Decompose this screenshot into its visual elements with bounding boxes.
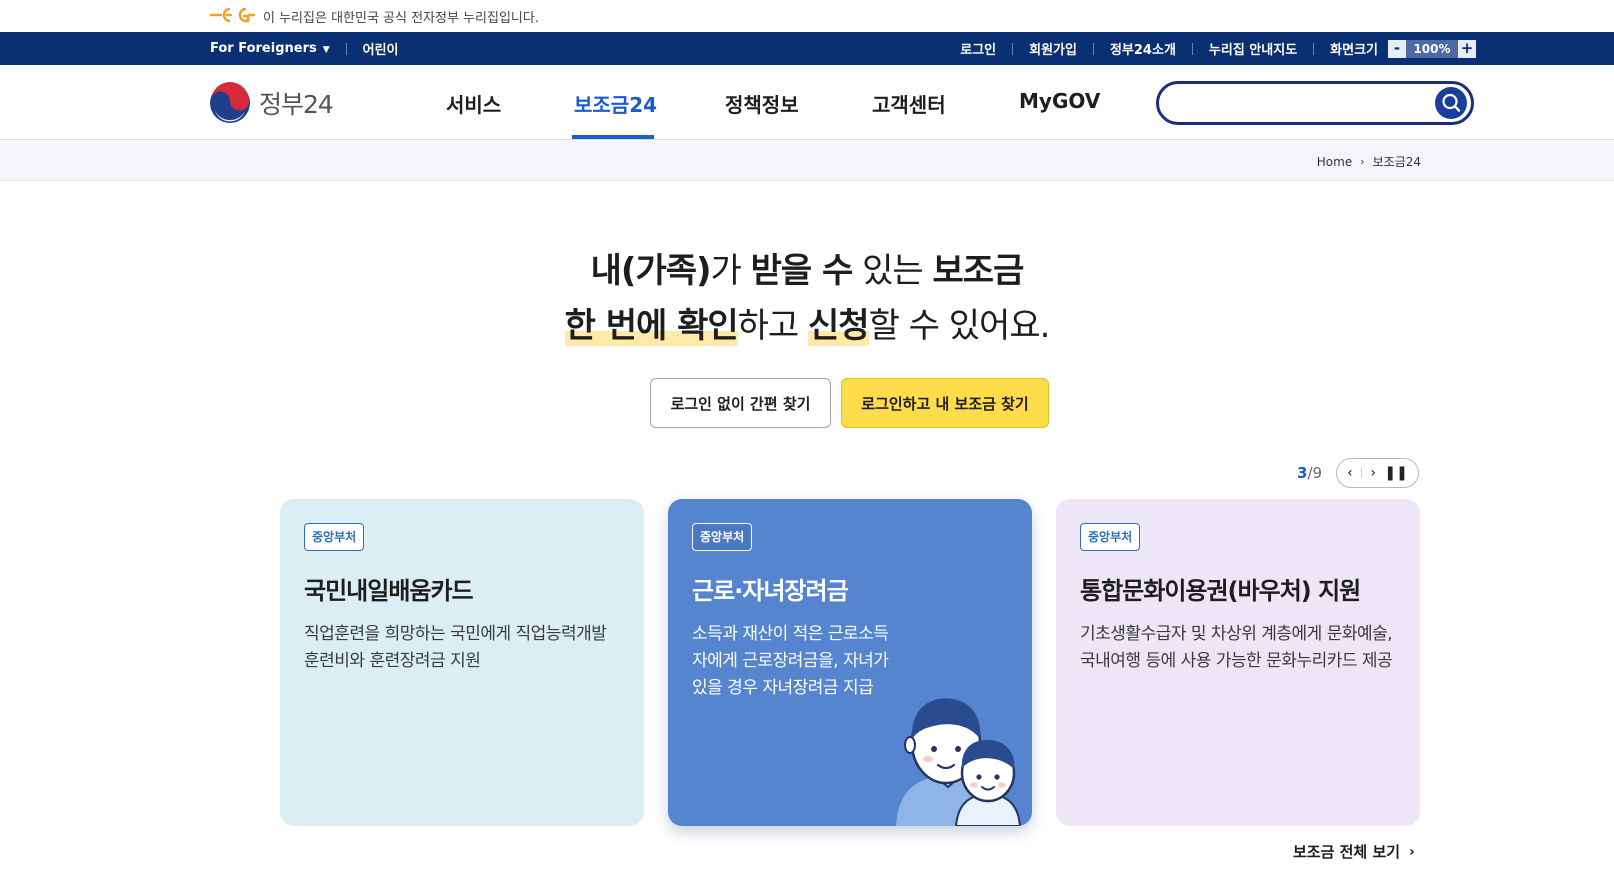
chevron-right-icon: ›: [1360, 155, 1365, 168]
breadcrumb-home[interactable]: Home: [1317, 155, 1352, 169]
hero-text: 있는: [852, 251, 933, 291]
active-nav-indicator: [572, 135, 654, 139]
zoom-out-button[interactable]: -: [1388, 39, 1406, 58]
divider: [345, 42, 347, 55]
card-description: 기초생활수급자 및 차상위 계층에게 문화예술, 국내여행 등에 사용 가능한 …: [1080, 624, 1393, 671]
guest-search-button[interactable]: 로그인 없이 간편 찾기: [650, 378, 831, 428]
pause-button[interactable]: ❚❚: [1384, 465, 1407, 481]
main-header: 정부24 서비스 보조금24 정책정보 고객센터 MyGOV: [0, 65, 1614, 140]
search-icon: [1442, 93, 1461, 112]
next-slide-button[interactable]: ›: [1370, 465, 1376, 481]
chevron-right-icon: ›: [1409, 843, 1415, 860]
subsidy-card[interactable]: 중앙부처 통합문화이용권(바우처) 지원 기초생활수급자 및 차상위 계층에게 …: [1056, 499, 1420, 826]
zoom-value: 100%: [1406, 39, 1458, 58]
card-badge: 중앙부처: [692, 523, 753, 551]
hero-highlight: 한 번에 확인: [564, 306, 739, 346]
divider: [1092, 42, 1094, 55]
divider: [1191, 42, 1193, 55]
card-badge: 중앙부처: [304, 523, 365, 551]
caret-down-icon: ▼: [322, 45, 330, 55]
chevron-left-icon: ‹: [1347, 465, 1353, 481]
carousel-controls: ‹ › ❚❚: [1336, 458, 1419, 488]
nav-subsidy24[interactable]: 보조금24: [574, 89, 657, 118]
breadcrumb: Home › 보조금24: [1317, 153, 1421, 170]
zoom-label: 화면크기: [1330, 43, 1378, 58]
official-banner-text[interactable]: 이 누리집은 대한민국 공식 전자정부 누리집입니다.: [263, 7, 539, 26]
hero-text: 하고: [737, 306, 809, 346]
hero-text-strong: 내(가족): [590, 251, 712, 291]
login-link[interactable]: 로그인: [960, 39, 996, 58]
view-all-subsidies-link[interactable]: 보조금 전체 보기 ›: [1293, 841, 1415, 862]
card-description: 직업훈련을 희망하는 국민에게 직업능력개발훈련비와 훈련장려금 지원: [304, 624, 607, 671]
card-description: 소득과 재산이 적은 근로소득자에게 근로장려금을, 자녀가 있을 경우 자녀장…: [692, 624, 889, 698]
card-title: 국민내일배움카드: [304, 577, 474, 605]
login-search-button[interactable]: 로그인하고 내 보조금 찾기: [841, 378, 1049, 428]
hero-text: 할 수 있어요.: [868, 306, 1051, 346]
taegeuk-logo-icon: [210, 82, 250, 123]
view-all-label: 보조금 전체 보기: [1293, 843, 1401, 861]
chevron-right-icon: ›: [1370, 465, 1377, 481]
search-box: [1156, 81, 1474, 125]
parent-child-illustration-icon: [896, 698, 1022, 826]
card-title: 근로·자녀장려금: [692, 577, 849, 605]
prev-slide-button[interactable]: ‹: [1347, 465, 1353, 481]
logo-text: 정부24: [259, 90, 334, 119]
carousel-total: 9: [1312, 464, 1323, 482]
official-banner: 이 누리집은 대한민국 공식 전자정부 누리집입니다.: [0, 0, 1614, 32]
divider: [1012, 42, 1014, 55]
breadcrumb-bar: Home › 보조금24: [0, 141, 1614, 181]
kids-link[interactable]: 어린이: [363, 39, 399, 58]
nav-service[interactable]: 서비스: [446, 89, 501, 118]
zoom-in-button[interactable]: +: [1458, 39, 1476, 58]
for-foreigners-button[interactable]: For Foreigners ▼: [210, 41, 330, 56]
hero-text: 가: [710, 251, 751, 291]
nav-mygov[interactable]: MyGOV: [1019, 89, 1100, 113]
sitemap-link[interactable]: 누리집 안내지도: [1209, 39, 1297, 58]
card-title: 통합문화이용권(바우처) 지원: [1080, 577, 1361, 605]
subsidy-card-active[interactable]: 중앙부처 근로·자녀장려금 소득과 재산이 적은 근로소득자에게 근로장려금을,…: [668, 499, 1032, 826]
search-input[interactable]: [1175, 90, 1425, 116]
page: 이 누리집은 대한민국 공식 전자정부 누리집입니다. For Foreigne…: [0, 0, 1614, 882]
hero-highlight: 신청: [808, 306, 870, 346]
carousel-current: 3: [1297, 464, 1308, 482]
subsidy-card[interactable]: 중앙부처 국민내일배움카드 직업훈련을 희망하는 국민에게 직업능력개발훈련비와…: [280, 499, 644, 826]
site-logo[interactable]: 정부24: [209, 82, 334, 124]
nav-customer-center[interactable]: 고객센터: [872, 89, 946, 118]
nav-policy-info[interactable]: 정책정보: [725, 89, 799, 118]
hero-text-strong: 보조금: [932, 251, 1025, 291]
pause-icon: ❚❚: [1384, 465, 1408, 481]
divider: [1313, 42, 1315, 55]
card-badge: 중앙부처: [1080, 523, 1141, 551]
breadcrumb-current: 보조금24: [1372, 155, 1421, 169]
zoom-control: - 100% +: [1388, 39, 1476, 58]
signup-link[interactable]: 회원가입: [1029, 39, 1077, 58]
hero-line-1: 내(가족)가 받을 수 있는 보조금: [0, 243, 1614, 292]
about-link[interactable]: 정부24소개: [1110, 39, 1176, 58]
hero-line-2: 한 번에 확인하고 신청할 수 있어요.: [0, 298, 1614, 347]
eg-emblem-icon: [210, 7, 255, 23]
utility-bar: For Foreigners ▼ 어린이 로그인 회원가입 정부24소개 누리집 …: [0, 32, 1614, 65]
search-button[interactable]: [1435, 87, 1467, 119]
hero-text-strong: 받을 수: [750, 251, 854, 291]
carousel-counter: 3/9: [1297, 464, 1322, 482]
divider: [1361, 468, 1363, 478]
